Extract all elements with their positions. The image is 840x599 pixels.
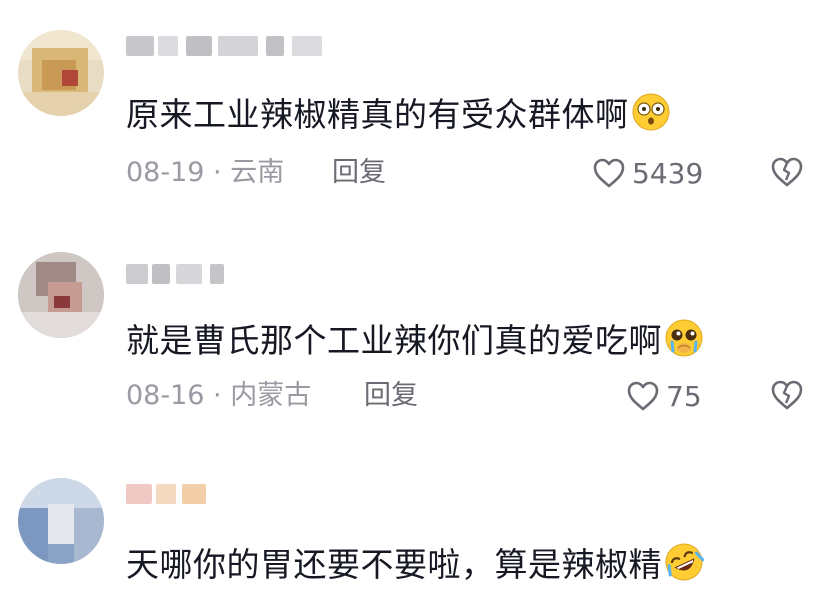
comment-location: 云南: [230, 157, 285, 188]
comment-text-content: 原来工业辣椒精真的有受众群体啊: [126, 95, 629, 134]
comment-date: 08-16: [126, 380, 205, 411]
avatar[interactable]: [18, 478, 104, 564]
username-blurred[interactable]: [126, 484, 236, 506]
comment-item: 就是曹氏那个工业辣你们真的爱吃啊 08-16 · 内蒙古 回复 75: [0, 230, 840, 430]
username-blurred[interactable]: [126, 36, 346, 58]
pleading-face-icon: [665, 319, 703, 357]
avatar[interactable]: [18, 30, 104, 116]
username-blurred[interactable]: [126, 264, 246, 286]
reply-button[interactable]: 回复: [332, 156, 386, 190]
comment-item: 天哪你的胃还要不要啦，算是辣椒精: [0, 460, 840, 599]
comment-date: 08-19: [126, 157, 205, 188]
flushed-face-icon: [632, 93, 669, 131]
like-count: 75: [666, 379, 702, 413]
comment-meta: 08-16 · 内蒙古: [126, 379, 311, 413]
comment-text: 原来工业辣椒精真的有受众群体啊: [126, 92, 671, 135]
comment-text-content: 天哪你的胃还要不要啦，算是辣椒精: [126, 545, 662, 584]
reply-button[interactable]: 回复: [364, 379, 418, 413]
heart-outline-icon: [593, 158, 625, 188]
avatar[interactable]: [18, 252, 104, 338]
comment-location: 内蒙古: [230, 380, 312, 411]
like-button[interactable]: 5439: [592, 155, 703, 191]
broken-heart-icon[interactable]: [770, 379, 804, 411]
comment-text: 天哪你的胃还要不要啦，算是辣椒精: [126, 542, 704, 585]
meta-separator: ·: [204, 380, 231, 411]
comment-text: 就是曹氏那个工业辣你们真的爱吃啊: [126, 318, 704, 361]
broken-heart-icon[interactable]: [770, 156, 804, 188]
comment-item: 原来工业辣椒精真的有受众群体啊 08-19 · 云南 回复 5439: [0, 0, 840, 200]
like-button[interactable]: 75: [626, 378, 702, 414]
comment-meta: 08-19 · 云南: [126, 156, 284, 190]
comment-text-content: 就是曹氏那个工业辣你们真的爱吃啊: [126, 321, 662, 360]
rolling-laughing-face-icon: [665, 543, 704, 581]
heart-outline-icon: [627, 381, 659, 411]
like-count: 5439: [632, 156, 704, 190]
meta-separator: ·: [204, 157, 231, 188]
